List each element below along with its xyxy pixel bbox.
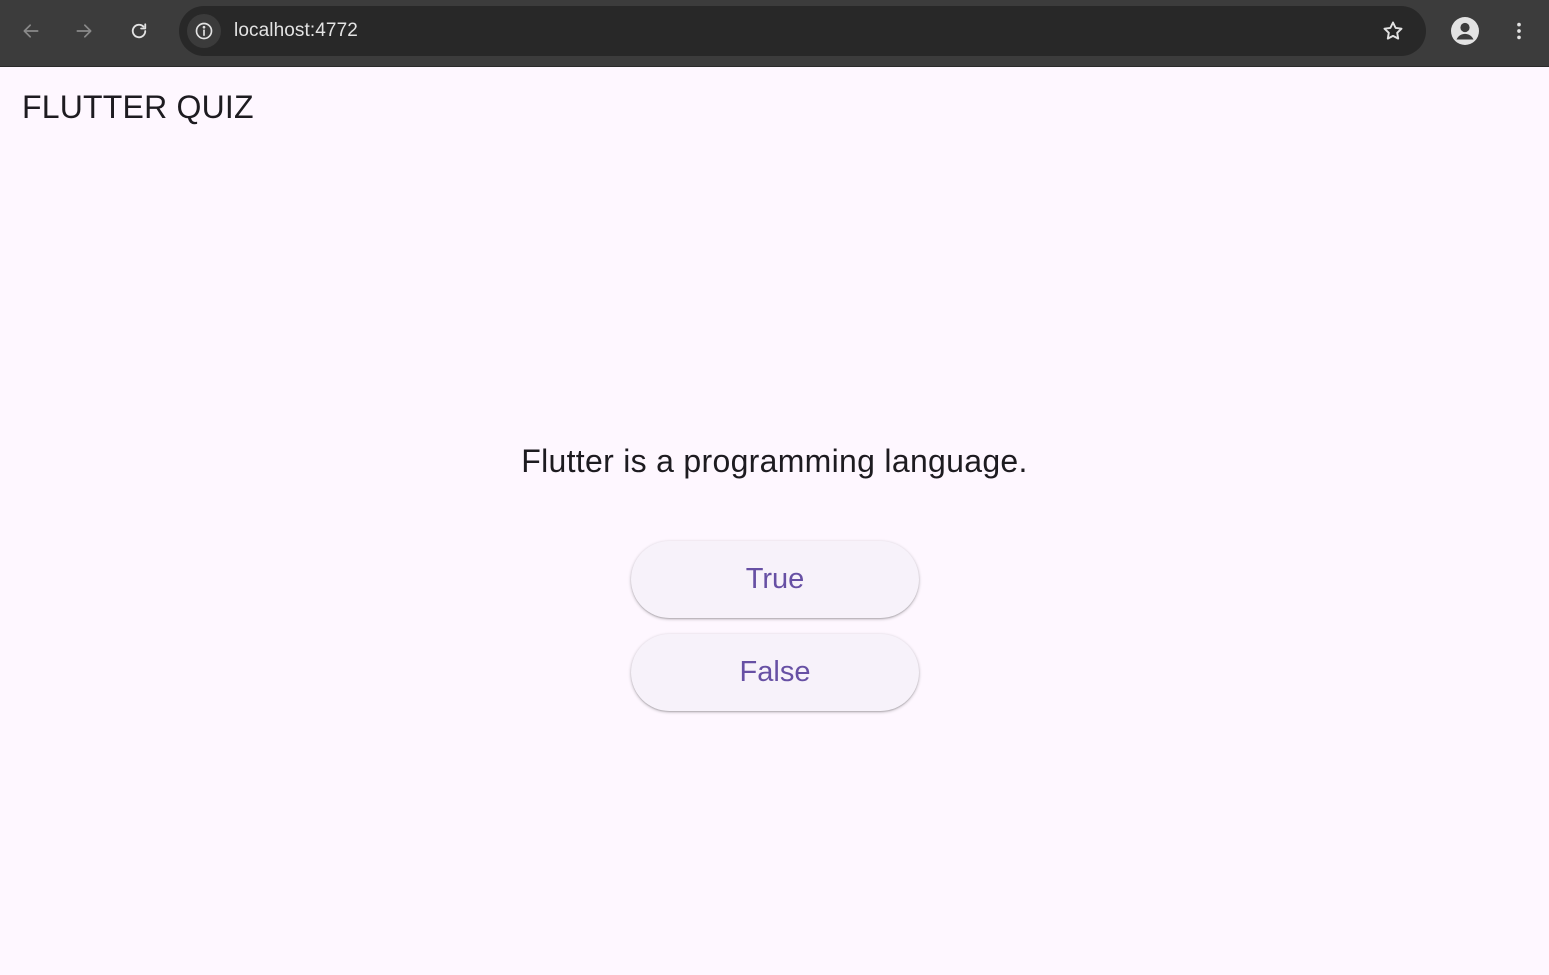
star-icon (1383, 21, 1403, 40)
site-info-button[interactable] (187, 14, 221, 48)
kebab-menu-icon (1517, 22, 1521, 40)
question-text: Flutter is a programming language. (521, 443, 1028, 479)
arrow-left-icon (23, 24, 39, 38)
forward-button[interactable] (66, 13, 102, 49)
address-bar[interactable]: localhost:4772 (179, 6, 1426, 56)
url-text[interactable]: localhost:4772 (234, 20, 358, 42)
true-button[interactable]: True (631, 541, 919, 618)
reload-button[interactable] (121, 13, 157, 49)
profile-button[interactable] (1447, 13, 1483, 49)
reload-icon (131, 23, 147, 39)
profile-icon (1451, 17, 1479, 45)
browser-toolbar: localhost:4772 (0, 0, 1549, 67)
back-button[interactable] (13, 13, 49, 49)
app-title: FLUTTER QUIZ (22, 89, 254, 125)
arrow-right-icon (76, 24, 92, 38)
false-button[interactable]: False (631, 634, 919, 711)
app-content: FLUTTER QUIZ Flutter is a programming la… (0, 67, 1549, 975)
info-icon (195, 22, 213, 40)
browser-menu-button[interactable] (1501, 13, 1537, 49)
bookmark-button[interactable] (1378, 16, 1408, 46)
